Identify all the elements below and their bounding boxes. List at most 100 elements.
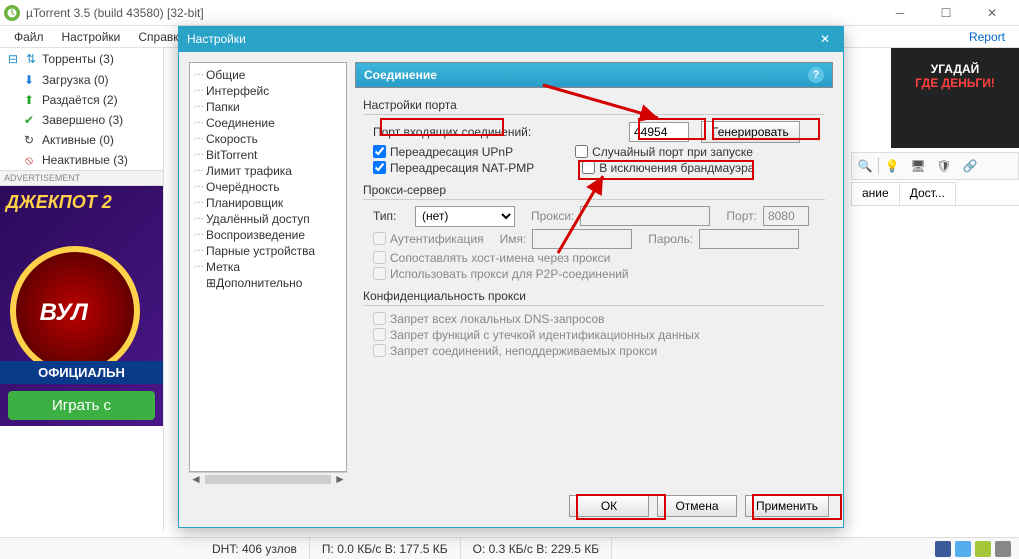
tab-1[interactable]: ание [851, 182, 900, 205]
proxy-type-label: Тип: [373, 209, 409, 223]
ok-button[interactable]: ОК [569, 495, 649, 517]
download-icon: ⬇ [22, 73, 36, 87]
tree-remote[interactable]: Удалённый доступ [192, 211, 344, 227]
proxy-host-input [580, 206, 710, 226]
share-icon[interactable]: 🔗 [957, 154, 983, 178]
status-upload: О: 0.3 КБ/с В: 229.5 КБ [461, 538, 612, 559]
ad-official-text: ОФИЦИАЛЬН [0, 361, 163, 384]
app-logo-icon [4, 5, 20, 21]
android-icon[interactable] [975, 541, 991, 557]
settings-tree[interactable]: Общие Интерфейс Папки Соединение Скорост… [189, 62, 347, 472]
ad2-line2: ГДЕ ДЕНЬГИ! [891, 76, 1019, 90]
sidebar-header-label: Торренты (3) [42, 52, 114, 66]
tree-connection[interactable]: Соединение [192, 115, 344, 131]
apply-button[interactable]: Применить [745, 495, 829, 517]
dialog-close-button[interactable]: ✕ [815, 29, 835, 49]
remote-icon[interactable]: 🖥 [905, 154, 931, 178]
window-titlebar: µTorrent 3.5 (build 43580) [32-bit] ─ ☐ … [0, 0, 1019, 26]
menu-settings[interactable]: Настройки [54, 28, 129, 46]
sidebar-item-seeding[interactable]: ⬆Раздаётся (2) [0, 90, 163, 110]
status-dht: DHT: 406 узлов [200, 538, 310, 559]
sidebar-ad[interactable]: ДЖЕКПОТ 2 ОФИЦИАЛЬН Играть с [0, 186, 163, 426]
proxy-user-label: Имя: [500, 232, 527, 246]
tabs-fragment: ание Дост... [851, 182, 1019, 206]
sidebar-item-completed[interactable]: ✔Завершено (3) [0, 110, 163, 130]
cancel-button[interactable]: Отмена [657, 495, 737, 517]
tree-transfer-cap[interactable]: Лимит трафика [192, 163, 344, 179]
privacy-group-label: Конфиденциальность прокси [363, 289, 825, 303]
proxy-group-label: Прокси-сервер [363, 183, 825, 197]
help-icon[interactable]: ? [808, 67, 824, 83]
top-ad[interactable]: УГАДАЙ ГДЕ ДЕНЬГИ! [891, 48, 1019, 148]
tree-devices[interactable]: Парные устройства [192, 243, 344, 259]
random-port-checkbox[interactable]: Случайный порт при запуске [575, 145, 753, 159]
sidebar-item-downloading[interactable]: ⬇Загрузка (0) [0, 70, 163, 90]
sidebar-item-inactive[interactable]: ⦸Неактивные (3) [0, 150, 163, 170]
tree-queue[interactable]: Очерёдность [192, 179, 344, 195]
sidebar-item-active[interactable]: ↻Активные (0) [0, 130, 163, 150]
ad-jackpot-text: ДЖЕКПОТ 2 [6, 192, 112, 213]
close-button[interactable]: ✕ [969, 0, 1015, 26]
proxy-type-select[interactable]: (нет) [415, 206, 515, 227]
report-link[interactable]: Report [969, 30, 1013, 44]
sidebar: ⊟ ⇅ Торренты (3) ⬇Загрузка (0) ⬆Раздаётс… [0, 48, 164, 531]
proxy-host-label: Прокси: [531, 209, 574, 223]
upload-icon: ⬆ [22, 93, 36, 107]
twitter-icon[interactable] [955, 541, 971, 557]
search-icon[interactable]: 🔍 [852, 154, 878, 178]
port-input[interactable] [629, 122, 689, 142]
pane-title: Соединение [364, 68, 437, 82]
generate-button[interactable]: Генерировать [701, 121, 800, 143]
proxy-auth-checkbox: Аутентификация [373, 232, 484, 246]
tree-speed[interactable]: Скорость [192, 131, 344, 147]
more-icon[interactable] [995, 541, 1011, 557]
proxy-resolve-checkbox: Сопоставлять хост-имена через прокси [373, 251, 610, 265]
bulb-icon[interactable]: 💡 [879, 154, 905, 178]
ad-wheel-image [10, 246, 140, 376]
maximize-button[interactable]: ☐ [923, 0, 969, 26]
tree-interface[interactable]: Интерфейс [192, 83, 344, 99]
advertisement-label: ADVERTISEMENT [0, 170, 163, 186]
port-label: Порт входящих соединений: [373, 125, 623, 139]
statusbar: DHT: 406 узлов П: 0.0 КБ/с В: 177.5 КБ О… [0, 537, 1019, 559]
minimize-button[interactable]: ─ [877, 0, 923, 26]
tree-general[interactable]: Общие [192, 67, 344, 83]
proxy-port-input [763, 206, 809, 226]
menu-file[interactable]: Файл [6, 28, 52, 46]
tree-playback[interactable]: Воспроизведение [192, 227, 344, 243]
tree-folders[interactable]: Папки [192, 99, 344, 115]
dialog-titlebar: Настройки ✕ [179, 27, 843, 52]
collapse-icon: ⊟ [6, 52, 20, 66]
updown-icon: ⇅ [24, 52, 38, 66]
check-icon: ✔ [22, 113, 36, 127]
tree-label[interactable]: Метка [192, 259, 344, 275]
facebook-icon[interactable] [935, 541, 951, 557]
port-group-label: Настройки порта [363, 98, 825, 112]
tree-hscrollbar[interactable]: ◄► [189, 472, 347, 486]
settings-dialog: Настройки ✕ Общие Интерфейс Папки Соедин… [178, 26, 844, 528]
priv-dns-checkbox: Запрет всех локальных DNS-запросов [373, 312, 605, 326]
tree-scheduler[interactable]: Планировщик [192, 195, 344, 211]
window-title: µTorrent 3.5 (build 43580) [32-bit] [26, 6, 877, 20]
sidebar-header[interactable]: ⊟ ⇅ Торренты (3) [0, 48, 163, 70]
proxy-user-input [532, 229, 632, 249]
ad2-line1: УГАДАЙ [891, 62, 1019, 76]
proxy-port-label: Порт: [726, 209, 757, 223]
active-icon: ↻ [22, 133, 36, 147]
dialog-footer: ОК Отмена Применить [179, 486, 843, 527]
priv-unsupported-checkbox: Запрет соединений, неподдерживаемых прок… [373, 344, 657, 358]
tab-2[interactable]: Дост... [899, 182, 956, 205]
tree-bittorrent[interactable]: BitTorrent [192, 147, 344, 163]
proxy-p2p-checkbox: Использовать прокси для P2P-соединений [373, 267, 629, 281]
pane-header: Соединение ? [355, 62, 833, 88]
tree-advanced[interactable]: Дополнительно [192, 275, 344, 291]
antivirus-icon[interactable]: 🛡 [931, 154, 957, 178]
firewall-checkbox[interactable]: В исключения брандмауэра [582, 161, 754, 175]
proxy-pass-label: Пароль: [648, 232, 693, 246]
upnp-checkbox[interactable]: Переадресация UPnP [373, 145, 513, 159]
ad-play-button[interactable]: Играть с [8, 391, 155, 420]
status-download: П: 0.0 КБ/с В: 177.5 КБ [310, 538, 461, 559]
toolbar-fragment: 🔍 💡 🖥 🛡 🔗 [851, 152, 1019, 180]
priv-leak-checkbox: Запрет функций с утечкой идентификационн… [373, 328, 700, 342]
natpmp-checkbox[interactable]: Переадресация NAT-PMP [373, 161, 534, 175]
